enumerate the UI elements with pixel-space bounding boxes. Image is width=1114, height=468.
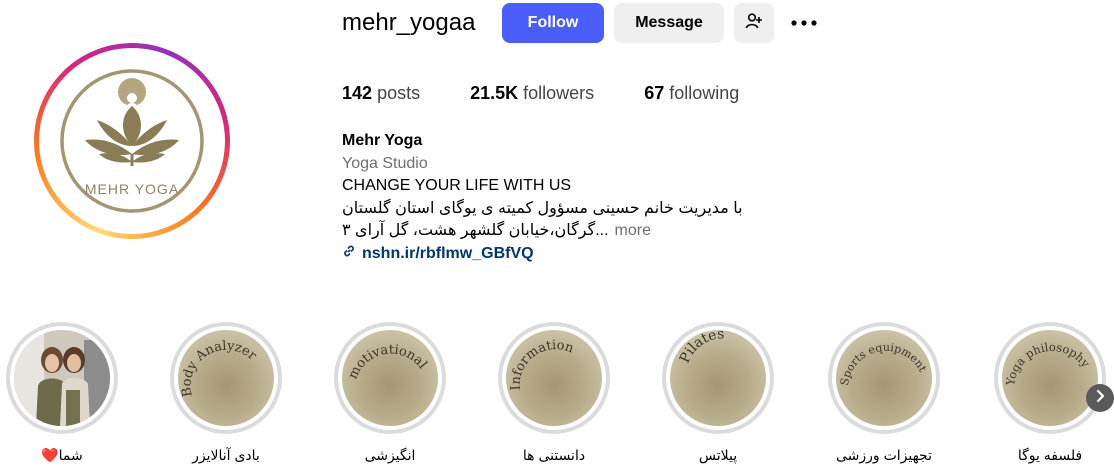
profile-avatar[interactable]: MEHR YOGA xyxy=(34,43,230,239)
highlight-cover: Yoga philosophy xyxy=(1002,330,1098,426)
followers-count: 21.5K xyxy=(470,83,519,103)
highlight-ring: Sports equipment xyxy=(832,326,936,430)
highlight-item[interactable]: Pilates xyxy=(662,322,774,434)
highlight-label: پیلاتس xyxy=(698,447,738,463)
highlight-item[interactable]: Information xyxy=(498,322,610,434)
svg-text:Information: Information xyxy=(509,338,577,391)
followers-stat[interactable]: 21.5K followers xyxy=(470,81,594,105)
add-person-icon xyxy=(745,12,763,35)
following-stat[interactable]: 67 following xyxy=(644,81,739,105)
bio-link[interactable]: nshn.ir/rbflmw_GBfVQ xyxy=(342,243,782,266)
highlight-label: فلسفه یوگا xyxy=(1017,447,1083,463)
highlight-label: شما❤️ xyxy=(41,447,83,463)
bio-line: CHANGE YOUR LIFE WITH US xyxy=(342,177,572,194)
highlight-cover-text: motivational xyxy=(346,343,430,382)
svg-text:motivational: motivational xyxy=(346,343,430,382)
highlight-cover-text: Information xyxy=(509,338,577,391)
highlight-cover: Information xyxy=(506,330,602,426)
svg-text:Sports equipment: Sports equipment xyxy=(838,341,930,387)
highlight-ring xyxy=(10,326,114,430)
highlight-label: دانستنی ها xyxy=(522,447,586,463)
message-button[interactable]: Message xyxy=(614,3,724,43)
options-button[interactable] xyxy=(786,3,822,43)
highlight-item[interactable]: Yoga philosophy xyxy=(994,322,1106,434)
avatar-logo-text: MEHR YOGA xyxy=(85,181,179,197)
add-user-button[interactable] xyxy=(734,3,774,43)
highlight-item[interactable]: Sports equipment xyxy=(828,322,940,434)
highlight-item[interactable] xyxy=(6,322,118,434)
following-count: 67 xyxy=(644,83,665,103)
highlight-ring: Information xyxy=(502,326,606,430)
highlight-label: انگیزشی xyxy=(364,447,416,463)
avatar-border: MEHR YOGA xyxy=(39,48,225,234)
highlight-item[interactable]: motivational xyxy=(334,322,446,434)
posts-stat: 142 posts xyxy=(342,81,420,105)
highlight-cover: Sports equipment xyxy=(836,330,932,426)
more-horizontal-icon xyxy=(790,14,818,32)
svg-text:Pilates: Pilates xyxy=(677,330,725,366)
bio-line: با مدیریت خانم حسینی مسؤول کمیته ی یوگای… xyxy=(342,199,743,217)
profile-name: Mehr Yoga xyxy=(342,132,423,149)
link-icon xyxy=(342,243,356,266)
profile-bio: Mehr Yoga Yoga Studio CHANGE YOUR LIFE W… xyxy=(342,130,782,265)
followers-label: followers xyxy=(523,83,595,103)
highlights-next-button[interactable] xyxy=(1086,384,1114,412)
highlight-photo xyxy=(14,330,110,426)
profile-category: Yoga Studio xyxy=(342,154,428,172)
highlight-item[interactable]: Body Analyzer xyxy=(170,322,282,434)
highlight-cover: Pilates xyxy=(670,330,766,426)
highlight-cover: Body Analyzer xyxy=(178,330,274,426)
highlight-ring: Pilates xyxy=(666,326,770,430)
highlight-ring: Yoga philosophy xyxy=(998,326,1102,430)
following-label: following xyxy=(669,83,740,103)
bio-link-text: nshn.ir/rbflmw_GBfVQ xyxy=(362,244,534,262)
svg-text:Yoga philosophy: Yoga philosophy xyxy=(1003,340,1093,388)
highlight-cover-text: Yoga philosophy xyxy=(1003,340,1093,388)
highlight-label: تجهیزات ورزشی xyxy=(836,447,932,463)
highlight-cover-text: Body Analyzer xyxy=(179,339,259,398)
follow-button[interactable]: Follow xyxy=(502,3,604,43)
posts-count: 142 xyxy=(342,83,373,103)
profile-username: mehr_yogaa xyxy=(342,9,476,36)
posts-label: posts xyxy=(377,83,421,103)
svg-text:Body Analyzer: Body Analyzer xyxy=(179,339,259,398)
highlight-cover-text: Pilates xyxy=(677,330,725,366)
highlight-ring: Body Analyzer xyxy=(174,326,278,430)
chevron-right-icon xyxy=(1095,389,1105,408)
highlight-cover-text: Sports equipment xyxy=(838,341,930,387)
more-link[interactable]: more xyxy=(615,220,651,243)
highlight-ring: motivational xyxy=(338,326,442,430)
profile-stats: 142 posts 21.5K followers 67 following xyxy=(342,81,789,105)
highlight-label: بادی آنالایزر xyxy=(192,447,260,463)
highlight-cover: motivational xyxy=(342,330,438,426)
avatar-logo: MEHR YOGA xyxy=(45,54,219,228)
bio-line: ...گرگان،خیابان گلشهر هشت، گل آرای ۳ xyxy=(342,222,609,239)
